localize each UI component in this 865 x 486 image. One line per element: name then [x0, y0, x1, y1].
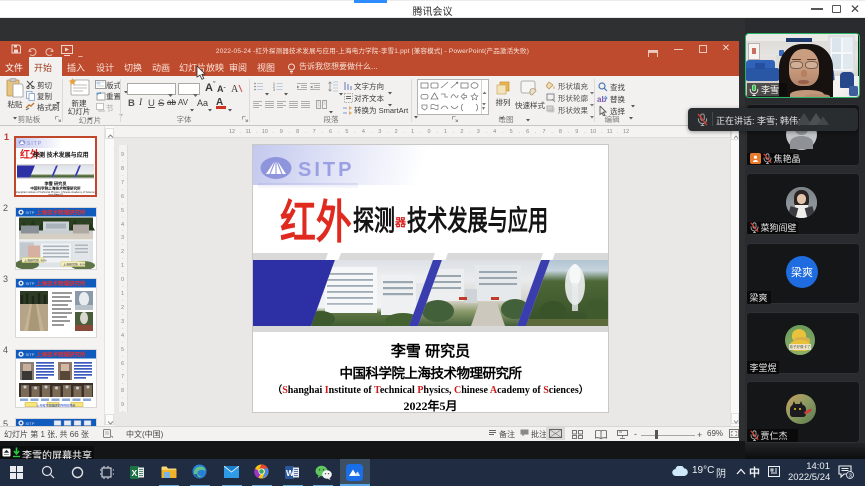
svg-text:SITP: SITP [26, 352, 35, 357]
svg-text:探测 技术发展与应用: 探测 技术发展与应用 [33, 151, 89, 159]
svg-text:上海研究所, 80%: 上海研究所, 80% [63, 262, 86, 267]
svg-text:SITP: SITP [27, 141, 42, 147]
svg-text:上海技术物理研究所: 上海技术物理研究所 [36, 280, 86, 288]
svg-text:3: 3 [273, 88, 275, 91]
svg-text:上海研究所, 80%: 上海研究所, 80% [24, 258, 47, 263]
svg-text:SITP: SITP [298, 159, 354, 181]
svg-text:上海技术物理研究所网站导航: 上海技术物理研究所网站导航 [36, 403, 75, 407]
svg-text:上海技术物理研究所: 上海技术物理研究所 [36, 351, 86, 359]
svg-text:3: 3 [849, 473, 852, 479]
svg-text:上海技术物理研究所: 上海技术物理研究所 [36, 209, 86, 217]
svg-text:SITP: SITP [26, 210, 35, 215]
svg-text:A: A [231, 84, 239, 94]
svg-text:2022年5月: 2022年5月 [48, 193, 63, 196]
svg-text:SITP: SITP [26, 281, 35, 286]
svg-text:中国科学院上海技术物理研究所: 中国科学院上海技术物理研究所 [30, 186, 81, 191]
svg-text:X: X [132, 468, 138, 478]
